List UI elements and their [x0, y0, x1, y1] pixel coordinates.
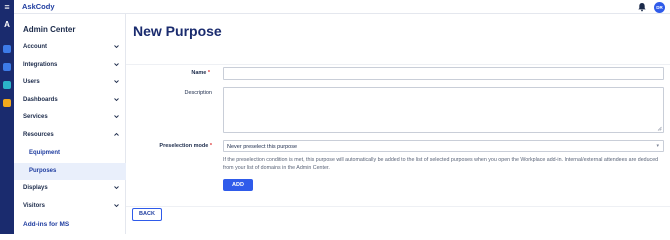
visitors-icon[interactable] [3, 63, 11, 71]
askcody-logo-icon[interactable]: A [2, 20, 12, 30]
sidebar-item-account[interactable]: Account [14, 39, 126, 56]
sidebar-item-addins[interactable]: Add-ins for MS [23, 221, 69, 228]
sidebar-item-label: Dashboards [23, 97, 58, 103]
sidebar-subitem-purposes[interactable]: Purposes [14, 163, 126, 180]
back-button[interactable]: BACK [132, 208, 162, 221]
sidebar-item-dashboards[interactable]: Dashboards [14, 92, 126, 109]
preselection-label-text: Preselection mode [159, 143, 209, 149]
chevron-down-icon [114, 80, 119, 84]
resize-handle-icon[interactable] [657, 126, 662, 131]
notification-bell-icon[interactable] [637, 2, 647, 12]
sidebar-title: Admin Center [23, 25, 76, 34]
chevron-down-icon [114, 204, 119, 208]
chevron-down-icon [114, 115, 119, 119]
required-marker: * [207, 70, 210, 76]
purpose-form: Name * Description Preselection mode * N… [126, 64, 670, 207]
user-avatar[interactable]: DR [654, 2, 665, 13]
sidebar-item-label: Users [23, 79, 40, 85]
top-bar: ≡ AskCody DR [0, 0, 670, 14]
chevron-down-icon [114, 98, 119, 102]
sidebar-item-integrations[interactable]: Integrations [14, 57, 126, 74]
sidebar-item-label: Integrations [23, 62, 58, 68]
chevron-down-icon [114, 45, 119, 49]
chevron-down-icon [114, 63, 119, 67]
sidebar-item-label: Account [23, 44, 47, 50]
meetings-icon[interactable] [3, 45, 11, 53]
name-input[interactable] [223, 67, 664, 80]
sidebar-item-label: Displays [23, 185, 48, 191]
sidebar-item-visitors[interactable]: Visitors [14, 198, 126, 215]
preselection-help-text: If the preselection condition is met, th… [223, 157, 659, 171]
sidebar-item-users[interactable]: Users [14, 74, 126, 91]
hamburger-menu-icon[interactable]: ≡ [0, 0, 14, 14]
preselection-selected-value: Never preselect this purpose [227, 143, 298, 150]
app-rail: A [0, 14, 14, 234]
description-label: Description [184, 90, 212, 96]
chevron-up-icon [114, 132, 119, 136]
name-label-text: Name [191, 70, 207, 76]
preselection-mode-select[interactable]: Never preselect this purpose ▾ [223, 140, 664, 152]
preselection-label: Preselection mode * [136, 143, 212, 149]
dashboards-icon[interactable] [3, 99, 11, 107]
brand-logo-text[interactable]: AskCody [22, 2, 55, 11]
sidebar-item-resources[interactable]: Resources [14, 127, 126, 144]
sidebar-subitem-equipment[interactable]: Equipment [14, 145, 126, 162]
sidebar-item-services[interactable]: Services [14, 109, 126, 126]
services-icon[interactable] [3, 81, 11, 89]
add-button[interactable]: ADD [223, 179, 253, 191]
description-textarea[interactable] [223, 87, 664, 133]
page-title: New Purpose [133, 23, 222, 39]
sidebar-item-label: Services [23, 114, 48, 120]
dropdown-caret-icon: ▾ [656, 143, 659, 149]
admin-sidebar: Admin Center Account Integrations Users … [14, 14, 126, 234]
sidebar-subitem-label: Equipment [29, 150, 60, 156]
main-content: New Purpose Name * Description Preselect… [126, 14, 670, 234]
sidebar-item-label: Visitors [23, 203, 45, 209]
sidebar-item-displays[interactable]: Displays [14, 180, 126, 197]
chevron-down-icon [114, 186, 119, 190]
required-marker: * [209, 143, 212, 149]
sidebar-subitem-label: Purposes [29, 168, 57, 174]
name-label: Name * [166, 70, 210, 76]
sidebar-item-label: Resources [23, 132, 54, 138]
